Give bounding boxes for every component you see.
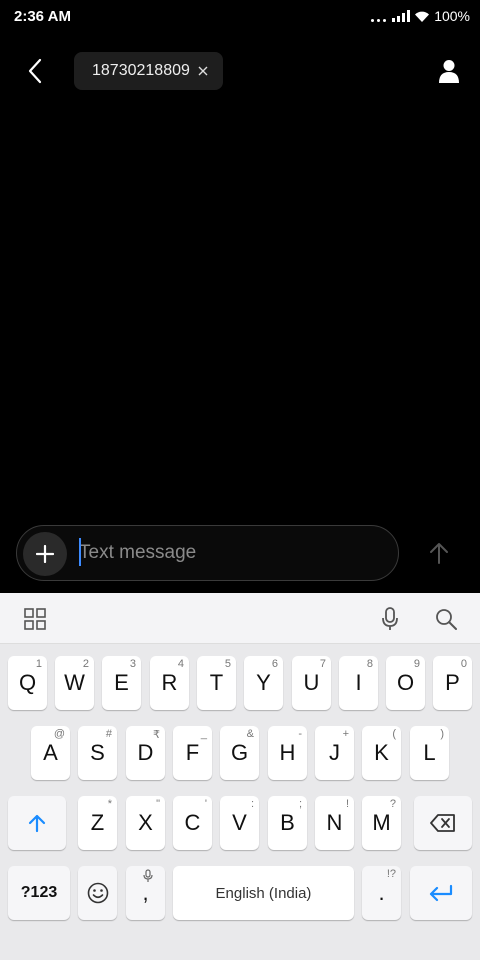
key-x[interactable]: X " (126, 796, 165, 850)
keyboard-search-button[interactable] (432, 605, 460, 633)
key-row-3: Z * X " C ' V: B; N! M? (0, 796, 480, 850)
recipient-number: 18730218809 (92, 62, 190, 79)
status-icons: 100% (371, 8, 470, 24)
back-arrow-icon (28, 58, 42, 84)
key-t[interactable]: T5 (197, 656, 236, 710)
enter-key[interactable] (410, 866, 472, 920)
status-time: 2:36 AM (14, 8, 71, 25)
backspace-key[interactable] (414, 796, 472, 850)
send-button[interactable] (420, 534, 458, 572)
period-key[interactable]: . !? (362, 866, 401, 920)
key-i[interactable]: I8 (339, 656, 378, 710)
symbols-key[interactable]: ?123 (8, 866, 70, 920)
text-caret (79, 538, 81, 566)
key-l[interactable]: L) (410, 726, 449, 780)
keyboard: Q1 W2 E3 R4 T5 Y6 U7 I8 O9 P0 A @ S # D ₹ F… (0, 593, 480, 960)
key-row-2: A @ S # D ₹ F _ G & H- J + K( L) (0, 726, 480, 780)
plus-icon (36, 545, 54, 563)
apps-grid-button[interactable] (21, 605, 49, 633)
back-button[interactable] (18, 54, 52, 88)
key-row-4: ?123 , English (India) . !? (0, 866, 480, 920)
key-q[interactable]: Q1 (8, 656, 47, 710)
key-s[interactable]: S # (78, 726, 117, 780)
key-b[interactable]: B; (268, 796, 307, 850)
key-o[interactable]: O9 (386, 656, 425, 710)
key-v[interactable]: V: (220, 796, 259, 850)
key-d[interactable]: D ₹ (126, 726, 165, 780)
key-p[interactable]: P0 (433, 656, 472, 710)
recipient-chip[interactable]: 18730218809 (74, 52, 223, 90)
wifi-icon (415, 11, 430, 22)
battery-percent: 100% (434, 8, 470, 24)
key-m[interactable]: M? (362, 796, 401, 850)
space-bar[interactable]: English (India) (173, 866, 354, 920)
keyboard-toolbar (0, 593, 480, 644)
enter-return-icon (429, 884, 453, 902)
contact-button[interactable] (432, 54, 466, 88)
key-c[interactable]: C ' (173, 796, 212, 850)
message-input[interactable] (79, 536, 379, 570)
key-a[interactable]: A @ (31, 726, 70, 780)
key-e[interactable]: E3 (102, 656, 141, 710)
key-w[interactable]: W2 (55, 656, 94, 710)
comma-key[interactable]: , (126, 866, 165, 920)
microphone-icon (382, 607, 398, 630)
person-icon (439, 60, 459, 83)
shift-arrow-icon (28, 814, 46, 833)
shift-key[interactable] (8, 796, 66, 850)
key-row-1: Q1 W2 E3 R4 T5 Y6 U7 I8 O9 P0 (0, 656, 480, 710)
close-icon (198, 66, 208, 76)
more-dots-icon (371, 10, 387, 22)
comma-mic-hint-icon (143, 869, 153, 882)
key-f[interactable]: F _ (173, 726, 212, 780)
search-icon (436, 609, 457, 630)
signal-icon (392, 10, 411, 22)
key-y[interactable]: Y6 (244, 656, 283, 710)
emoji-smiley-icon (87, 882, 108, 904)
attach-button[interactable] (23, 532, 67, 576)
compose-bar (16, 525, 399, 581)
emoji-key[interactable] (78, 866, 117, 920)
key-z[interactable]: Z * (78, 796, 117, 850)
key-u[interactable]: U7 (292, 656, 331, 710)
key-g[interactable]: G & (220, 726, 259, 780)
key-k[interactable]: K( (362, 726, 401, 780)
status-bar: 2:36 AM 100% (0, 0, 480, 34)
remove-recipient-button[interactable] (193, 61, 213, 81)
backspace-icon (430, 814, 455, 832)
key-j[interactable]: J + (315, 726, 354, 780)
conversation-header: 18730218809 (0, 50, 480, 92)
key-r[interactable]: R4 (150, 656, 189, 710)
voice-input-button[interactable] (376, 605, 404, 633)
send-arrow-icon (430, 543, 448, 564)
key-h[interactable]: H- (268, 726, 307, 780)
grid-icon (24, 608, 46, 630)
key-n[interactable]: N! (315, 796, 354, 850)
